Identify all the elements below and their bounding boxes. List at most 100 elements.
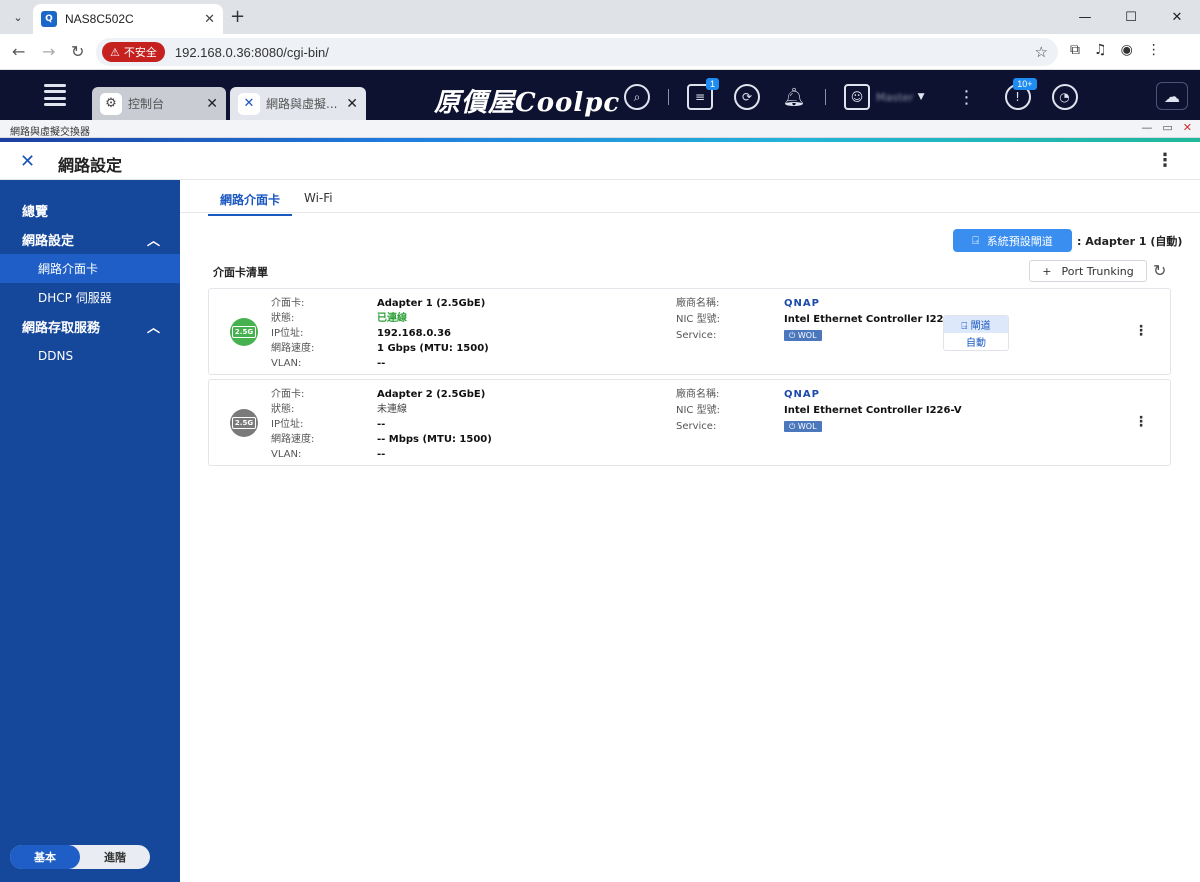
ip-address: 192.168.0.36 <box>377 328 452 339</box>
sidebar-group-label: 網路存取服務 <box>22 321 101 336</box>
omnibox[interactable]: ⚠ 不安全 192.168.0.36:8080/cgi-bin/ ☆ <box>96 38 1058 66</box>
mode-toggle[interactable]: 基本 進階 <box>10 845 150 869</box>
default-gateway-label: 系統預設閘道 <box>986 234 1053 248</box>
search-icon[interactable]: ⌕ <box>624 84 650 110</box>
network-icon: ✕ <box>238 92 260 115</box>
vlan-value: -- <box>377 449 386 460</box>
adapter-more-icon[interactable]: ⋮ <box>1134 323 1148 339</box>
qnap-logo: QNAP <box>784 389 820 400</box>
app-tab-control-panel[interactable]: ⚙ 控制台 ✕ <box>92 87 226 120</box>
main-menu-icon[interactable] <box>44 84 66 106</box>
refresh-icon[interactable]: ↻ <box>1153 261 1166 280</box>
bell-icon[interactable]: 🔔︎ <box>781 84 807 110</box>
vendor-field-values: QNAP Intel Ethernet Controller I226-V ⏻ … <box>784 387 962 435</box>
app-header: ✕ 網路設定 ⋮ <box>0 142 1200 180</box>
sidebar-group-label: 網路設定 <box>22 234 75 249</box>
bookmark-star-icon[interactable]: ☆ <box>1035 43 1048 61</box>
extensions-icon[interactable]: ⧉ <box>1070 42 1080 58</box>
event-notifications-icon[interactable]: ! 10+ <box>1004 78 1037 110</box>
more-options-icon[interactable]: ⋮ <box>1156 150 1174 171</box>
port-trunking-label: Port Trunking <box>1061 264 1134 278</box>
url-text[interactable]: 192.168.0.36:8080/cgi-bin/ <box>175 45 329 60</box>
wol-tag: ⏻ WOL <box>784 421 822 432</box>
sidebar-item-network-adapters[interactable]: 網路介面卡 <box>0 254 180 283</box>
back-button[interactable]: ← <box>12 42 25 61</box>
sidebar-group-access-services[interactable]: 網路存取服務 ︿ <box>0 312 180 341</box>
profile-icon[interactable]: ◉ <box>1121 42 1133 58</box>
browser-menu-icon[interactable]: ⋮ <box>1147 42 1161 58</box>
adapter-card[interactable]: 2.5G 介面卡: 狀態: IP位址: 網路速度: VLAN: Adapter … <box>208 379 1171 466</box>
nic-model: Intel Ethernet Controller I226-V <box>784 314 962 325</box>
chevron-up-icon: ︿ <box>146 321 160 336</box>
close-tab-icon[interactable]: ✕ <box>204 12 215 27</box>
forward-button[interactable]: → <box>42 42 55 61</box>
default-gateway-value: : Adapter 1 (自動) <box>1077 235 1183 248</box>
topbar-icons: ⌕ ≡ 1 ⟳ 🔔︎ ☺ Master ▼ ⋮ ! 10+ ◔ <box>624 78 1078 110</box>
vendor-field-values: QNAP Intel Ethernet Controller I226-V ⏻ … <box>784 296 962 344</box>
close-icon[interactable]: ✕ <box>346 96 358 112</box>
maximize-button[interactable]: ☐ <box>1108 0 1154 34</box>
brand-logo: 原價屋Coolpc <box>434 88 621 118</box>
adapter-more-icon[interactable]: ⋮ <box>1134 414 1148 430</box>
new-tab-button[interactable]: + <box>230 6 245 27</box>
link-speed: -- Mbps (MTU: 1500) <box>377 434 492 445</box>
adapter-list-title: 介面卡清單 <box>213 266 268 279</box>
close-icon[interactable]: ✕ <box>206 96 218 112</box>
username[interactable]: Master <box>876 91 914 104</box>
tab-search-button[interactable]: ⌄ <box>8 7 28 27</box>
qts-topbar: ⚙ 控制台 ✕ ✕ 網路與虛擬... ✕ 原價屋Coolpc ⌕ ≡ 1 ⟳ 🔔… <box>0 70 1200 120</box>
app-tab-network[interactable]: ✕ 網路與虛擬... ✕ <box>230 87 366 120</box>
network-settings-icon: ✕ <box>20 151 36 172</box>
mode-advanced-button[interactable]: 進階 <box>80 845 150 869</box>
sidebar-item-ddns[interactable]: DDNS <box>0 341 180 370</box>
sidebar-group-network-settings[interactable]: 網路設定 ︿ <box>0 225 180 254</box>
adapter-card[interactable]: 2.5G 介面卡: 狀態: IP位址: 網路速度: VLAN: Adapter … <box>208 288 1171 375</box>
default-gateway-button[interactable]: ⍈ 系統預設閘道 <box>953 229 1072 252</box>
browser-tab[interactable]: Q NAS8C502C ✕ <box>33 4 223 34</box>
sync-icon[interactable]: ⟳ <box>734 84 760 110</box>
sidebar-item-label: DDNS <box>38 348 74 363</box>
adapter-name: Adapter 2 (2.5GbE) <box>377 389 486 400</box>
page-title: 網路設定 <box>58 156 123 175</box>
main-content: 網路介面卡 Wi-Fi ⍈ 系統預設閘道 : Adapter 1 (自動) 介面… <box>180 180 1200 882</box>
tab-network-adapters[interactable]: 網路介面卡 <box>208 191 293 216</box>
qnap-logo: QNAP <box>784 298 820 309</box>
mode-basic-button[interactable]: 基本 <box>10 845 80 869</box>
ethernet-port-icon: 2.5G <box>230 409 258 437</box>
sidebar-item-dhcp-server[interactable]: DHCP 伺服器 <box>0 283 180 312</box>
app-window-controls: — ▭ ✕ <box>1141 121 1192 134</box>
chevron-down-icon[interactable]: ▼ <box>918 92 925 102</box>
sidebar-item-label: DHCP 伺服器 <box>38 291 112 305</box>
status-badge: 未連線 <box>377 404 407 415</box>
close-window-button[interactable]: ✕ <box>1154 0 1200 34</box>
sidebar: 總覽 網路設定 ︿ 網路介面卡 DHCP 伺服器 網路存取服務 ︿ DDNS 基… <box>0 180 180 882</box>
sidebar-item-overview[interactable]: 總覽 <box>0 196 180 225</box>
app-close-button[interactable]: ✕ <box>1183 121 1192 134</box>
reload-button[interactable]: ↻ <box>71 42 84 61</box>
cloud-icon[interactable]: ☁ <box>1156 82 1188 110</box>
port-trunking-button[interactable]: + Port Trunking <box>1029 260 1147 282</box>
vlan-value: -- <box>377 358 386 369</box>
plus-icon: + <box>1042 264 1052 278</box>
user-icon[interactable]: ☺ <box>844 84 870 110</box>
adapter-field-values: Adapter 2 (2.5GbE) 未連線 -- -- Mbps (MTU: … <box>377 387 492 462</box>
not-secure-chip[interactable]: ⚠ 不安全 <box>102 42 165 62</box>
gateway-icon: ⍈ <box>972 233 979 247</box>
app-maximize-button[interactable]: ▭ <box>1162 121 1172 134</box>
tab-wifi[interactable]: Wi-Fi <box>304 191 333 205</box>
divider <box>668 89 669 105</box>
more-options-icon[interactable]: ⋮ <box>954 84 980 110</box>
link-speed: 1 Gbps (MTU: 1500) <box>377 343 489 354</box>
gear-icon: ⚙ <box>100 92 122 115</box>
minimize-button[interactable]: — <box>1062 0 1108 34</box>
media-queue-icon[interactable]: ♫ <box>1094 42 1107 58</box>
browser-toolbar: ⧉ ♫ ◉ ⋮ <box>1070 42 1161 58</box>
resource-monitor-icon[interactable]: ◔ <box>1051 84 1078 110</box>
nic-model: Intel Ethernet Controller I226-V <box>784 405 962 416</box>
subtabs: 網路介面卡 Wi-Fi <box>180 180 1200 216</box>
app-minimize-button[interactable]: — <box>1141 121 1152 134</box>
gateway-icon: ⍈ <box>961 321 971 332</box>
background-tasks-icon[interactable]: ≡ 1 <box>687 78 719 110</box>
divider <box>825 89 826 105</box>
tasks-badge: 1 <box>705 78 719 90</box>
